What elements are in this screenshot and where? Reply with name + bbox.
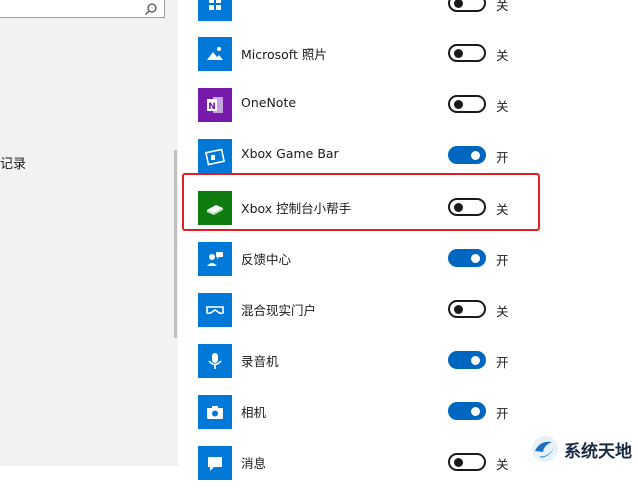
app-name: 混合现实门户	[241, 303, 317, 318]
toggle-knob	[454, 100, 463, 109]
toggle-state-label: 关	[496, 99, 509, 114]
messaging-icon	[208, 457, 222, 471]
app-row: Microsoft 照片 关	[178, 29, 638, 80]
permission-toggle[interactable]	[448, 95, 486, 113]
game-bar-icon	[204, 148, 226, 166]
toggle-state-label: 关	[496, 304, 509, 319]
permission-toggle[interactable]	[448, 300, 486, 318]
camera-icon	[207, 406, 223, 419]
app-tile	[198, 446, 232, 480]
highlight-box	[182, 173, 540, 231]
toggle-state-label: 开	[496, 150, 509, 165]
permission-toggle[interactable]	[448, 402, 486, 420]
search-icon[interactable]	[144, 2, 158, 16]
app-name: Microsoft 照片	[241, 47, 327, 62]
app-tile	[198, 395, 232, 429]
app-tile	[198, 293, 232, 327]
watermark: 系统天地	[530, 432, 638, 466]
toggle-state-label: 开	[496, 253, 509, 268]
app-row: 混合现实门户 关	[178, 285, 638, 336]
toggle-knob	[454, 49, 463, 58]
permission-toggle[interactable]	[448, 249, 486, 267]
app-tile	[198, 0, 232, 21]
svg-text:N: N	[208, 102, 216, 112]
app-row: 相机 开	[178, 387, 638, 438]
permission-toggle[interactable]	[448, 351, 486, 369]
app-tile-icon	[209, 0, 221, 10]
app-permission-list: 关 Microsoft 照片 关 N OneNote 关 Xbox Game B…	[178, 0, 638, 480]
toggle-knob	[471, 254, 480, 263]
toggle-knob	[471, 151, 480, 160]
toggle-state-label: 开	[496, 355, 509, 370]
toggle-state-label: 关	[496, 0, 509, 13]
app-row: 关	[178, 0, 638, 30]
permission-toggle[interactable]	[448, 44, 486, 62]
onenote-icon: N	[207, 97, 223, 113]
app-tile	[198, 139, 232, 173]
feedback-hub-icon	[207, 252, 223, 266]
toggle-knob	[471, 356, 480, 365]
permission-toggle[interactable]	[448, 453, 486, 471]
app-name: Xbox Game Bar	[241, 146, 339, 161]
microphone-icon	[208, 353, 222, 369]
toggle-knob	[454, 305, 463, 314]
app-name: 反馈中心	[241, 252, 292, 267]
watermark-text: 系统天地	[564, 441, 632, 462]
app-name: 消息	[241, 456, 267, 471]
app-name: OneNote	[241, 95, 297, 110]
watermark-logo-icon	[532, 436, 558, 462]
app-name: 录音机	[241, 354, 279, 369]
toggle-state-label: 关	[496, 457, 509, 472]
app-tile	[198, 344, 232, 378]
permission-toggle[interactable]	[448, 146, 486, 164]
app-row: N OneNote 关	[178, 80, 638, 131]
nav-item-label-partial[interactable]: 记录	[0, 153, 26, 172]
mixed-reality-icon	[206, 306, 224, 315]
left-scrollbar[interactable]	[174, 150, 177, 338]
app-row: 录音机 开	[178, 336, 638, 387]
toggle-state-label: 关	[496, 48, 509, 63]
app-tile: N	[198, 88, 232, 122]
photos-icon	[207, 47, 223, 60]
left-pane: 记录	[0, 0, 178, 466]
toggle-knob	[454, 0, 463, 8]
app-tile	[198, 242, 232, 276]
app-tile	[198, 37, 232, 71]
search-input[interactable]	[0, 0, 165, 18]
app-name: 相机	[241, 405, 267, 420]
toggle-state-label: 开	[496, 406, 509, 421]
app-row: 反馈中心 开	[178, 234, 638, 285]
toggle-knob	[471, 407, 480, 416]
permission-toggle[interactable]	[448, 0, 486, 12]
